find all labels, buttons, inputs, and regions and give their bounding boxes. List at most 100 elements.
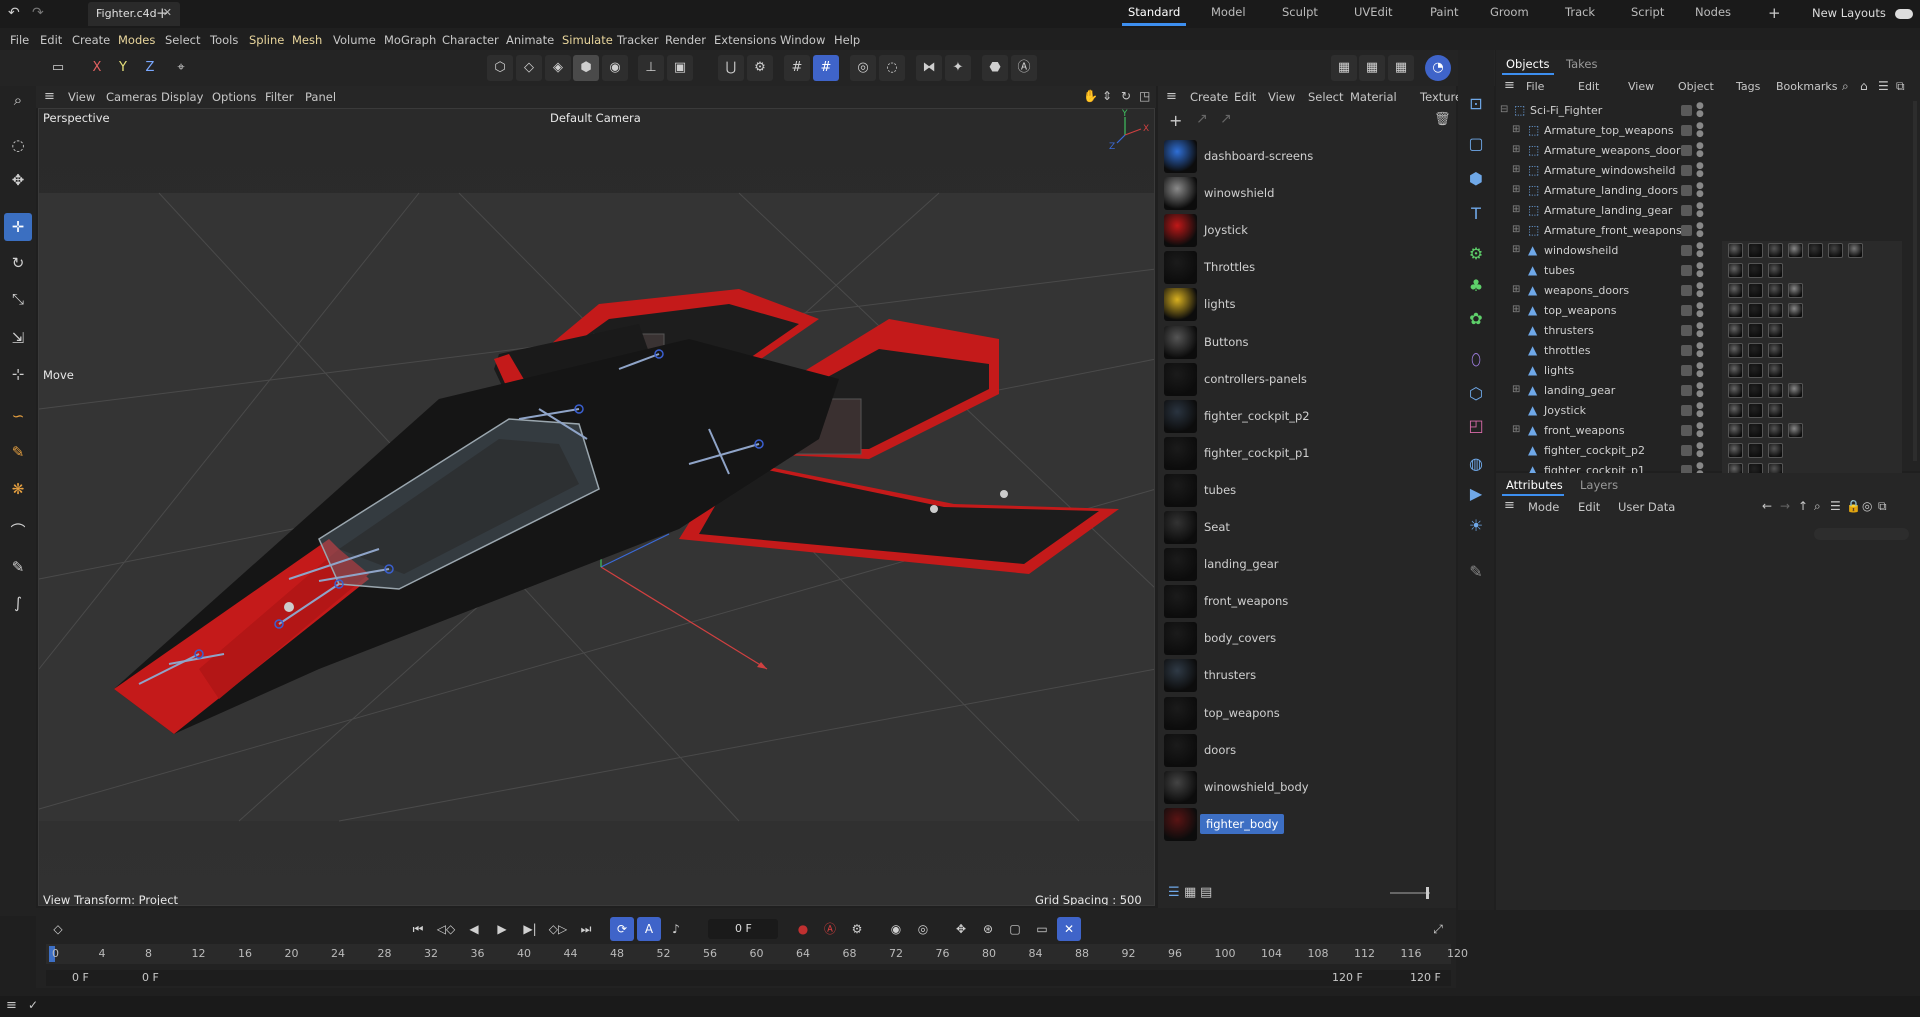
transform-tool-icon[interactable]: ⇲: [4, 324, 32, 352]
material-item[interactable]: fighter_cockpit_p1: [1162, 435, 1452, 472]
tree-row[interactable]: ▲ Joystick ● ●: [1496, 401, 1920, 421]
tree-row[interactable]: ⊞ ▲ front_weapons ● ●: [1496, 421, 1920, 441]
material-menu-create[interactable]: Create: [1190, 90, 1228, 104]
deformer-icon[interactable]: ⬯: [1463, 346, 1489, 374]
camera-label[interactable]: Default Camera: [550, 111, 641, 125]
new-layouts-button[interactable]: New Layouts: [1812, 6, 1886, 20]
spline-icon[interactable]: ∫: [4, 589, 32, 617]
key-position-icon[interactable]: ◉: [884, 917, 908, 941]
material-tag-icon[interactable]: [1728, 443, 1743, 458]
menu-animate[interactable]: Animate: [506, 33, 554, 47]
graph-editor-icon[interactable]: ⤢: [1426, 917, 1450, 941]
material-preview[interactable]: [1164, 511, 1197, 544]
check-icon[interactable]: ✓: [28, 998, 38, 1012]
tree-row-root[interactable]: ⊟ ⬚ Sci-Fi_Fighter ● ●: [1496, 101, 1920, 121]
menu-spline[interactable]: Spline: [249, 33, 284, 47]
material-tag-icon[interactable]: [1828, 243, 1843, 258]
visibility-toggle[interactable]: [1681, 365, 1692, 376]
tree-row[interactable]: ⊞ ⬚ Armature_front_weapons ● ●: [1496, 221, 1920, 241]
menu-file[interactable]: File: [10, 33, 29, 47]
material-tag-icon[interactable]: [1748, 283, 1763, 298]
live-selection-icon[interactable]: ◌: [4, 131, 32, 159]
tree-row[interactable]: ▲ thrusters ● ●: [1496, 321, 1920, 341]
preview-size-slider[interactable]: [1390, 887, 1430, 899]
layout-tab-nodes[interactable]: Nodes: [1695, 5, 1731, 19]
object-menu-object[interactable]: Object: [1678, 80, 1714, 93]
viewport-menu-filter[interactable]: Filter: [265, 90, 293, 104]
hamburger-icon[interactable]: ≡: [1504, 78, 1515, 93]
render-dots[interactable]: ●●: [1696, 342, 1704, 359]
material-item[interactable]: top_weapons: [1162, 695, 1452, 732]
environment-icon[interactable]: ◍: [1463, 450, 1489, 478]
hamburger-icon[interactable]: ≡: [1166, 89, 1177, 104]
material-item[interactable]: fighter_body: [1162, 806, 1452, 843]
lock-tag-icon[interactable]: [1728, 303, 1743, 318]
render-to-picture-viewer-icon[interactable]: ▦: [1359, 55, 1385, 81]
material-item[interactable]: front_weapons: [1162, 583, 1452, 620]
material-tag-icon[interactable]: [1768, 343, 1783, 358]
material-tag-icon[interactable]: [1728, 403, 1743, 418]
object-menu-tags[interactable]: Tags: [1736, 80, 1760, 93]
particle-icon[interactable]: ❋: [4, 475, 32, 503]
go-to-end-icon[interactable]: ⏭: [574, 917, 598, 941]
visibility-toggle[interactable]: [1681, 385, 1692, 396]
move-tool-icon[interactable]: ✛: [4, 213, 32, 241]
range-start-value-2[interactable]: 0 F: [142, 971, 159, 984]
range-end-value-2[interactable]: 120 F: [1410, 971, 1441, 984]
list-view-icon[interactable]: ☰: [1168, 885, 1180, 900]
quantize-icon[interactable]: ◌: [879, 55, 905, 81]
tweak-mode-icon[interactable]: ▣: [667, 55, 693, 81]
render-dots[interactable]: ●●: [1696, 162, 1704, 179]
slider-handle[interactable]: [1426, 887, 1429, 899]
tree-row[interactable]: ⊞ ▲ windowsheild ● ●: [1496, 241, 1920, 261]
key-all-icon[interactable]: ✕: [1057, 917, 1081, 941]
menu-volume[interactable]: Volume: [333, 33, 376, 47]
tree-row[interactable]: ▲ fighter_cockpit_p2 ● ●: [1496, 441, 1920, 461]
material-preview[interactable]: [1164, 177, 1197, 211]
visibility-toggle[interactable]: [1681, 105, 1692, 116]
hamburger-icon[interactable]: ≡: [44, 89, 55, 104]
material-tag-icon[interactable]: [1728, 323, 1743, 338]
cube-icon[interactable]: ⬢: [1463, 165, 1489, 193]
workplane-icon[interactable]: #: [813, 55, 839, 81]
expand-icon[interactable]: ⊞: [1512, 204, 1520, 215]
material-tag-icon[interactable]: [1768, 363, 1783, 378]
render-dots[interactable]: ●●: [1696, 422, 1704, 439]
previous-key-icon[interactable]: ◁◇: [434, 917, 458, 941]
object-menu-file[interactable]: File: [1526, 80, 1544, 93]
material-tag-icon[interactable]: [1848, 243, 1863, 258]
visibility-toggle[interactable]: [1681, 345, 1692, 356]
material-preview[interactable]: [1164, 733, 1197, 767]
material-item[interactable]: doors: [1162, 732, 1452, 769]
material-item[interactable]: landing_gear: [1162, 546, 1452, 583]
menu-select[interactable]: Select: [165, 33, 200, 47]
filter-icon[interactable]: ☰: [1830, 499, 1841, 513]
material-tag-icon[interactable]: [1768, 323, 1783, 338]
tree-row[interactable]: ⊞ ⬚ Armature_windowsheild ● ●: [1496, 161, 1920, 181]
grid-view-icon[interactable]: ▦: [1184, 885, 1196, 900]
material-menu-view[interactable]: View: [1268, 90, 1295, 104]
material-tag-icon[interactable]: [1748, 363, 1763, 378]
render-dots[interactable]: ●●: [1696, 182, 1704, 199]
cloner-icon[interactable]: ♣: [1463, 272, 1489, 300]
expand-icon[interactable]: ⊞: [1512, 384, 1520, 395]
lock-tag-icon[interactable]: [1728, 383, 1743, 398]
render-dots[interactable]: ●●: [1696, 442, 1704, 459]
material-tag-icon[interactable]: [1768, 243, 1783, 258]
pen-tool-icon[interactable]: ✎: [1463, 558, 1489, 586]
modeling-axis-icon[interactable]: ✦: [945, 55, 971, 81]
material-preview[interactable]: [1164, 585, 1197, 619]
material-preview[interactable]: [1164, 659, 1197, 693]
rotate-tool-icon[interactable]: ↻: [4, 249, 32, 277]
layout-tab-track[interactable]: Track: [1565, 5, 1595, 19]
material-tag-icon[interactable]: [1748, 243, 1763, 258]
material-tag-icon[interactable]: [1748, 383, 1763, 398]
tree-row[interactable]: ▲ tubes ● ●: [1496, 261, 1920, 281]
orbit-icon[interactable]: ↻: [1121, 89, 1131, 103]
menu-create[interactable]: Create: [72, 33, 110, 47]
layout-tab-sculpt[interactable]: Sculpt: [1282, 5, 1318, 19]
field-icon[interactable]: ⬡: [1463, 380, 1489, 408]
material-preview[interactable]: [1164, 548, 1197, 582]
tree-row[interactable]: ⊞ ⬚ Armature_landing_doors ● ●: [1496, 181, 1920, 201]
soft-selection-icon[interactable]: ◎: [850, 55, 876, 81]
